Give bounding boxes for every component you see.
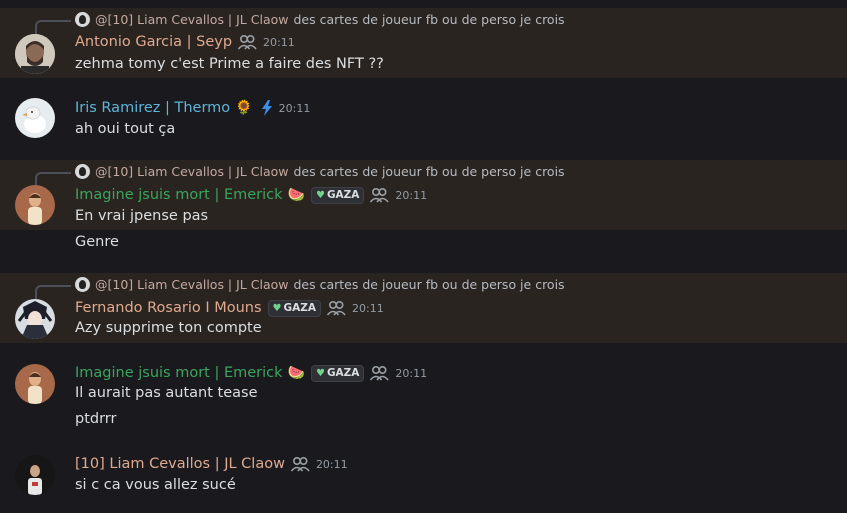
guild-tag[interactable]: ♥ GAZA <box>310 364 365 382</box>
people-icon <box>237 34 257 50</box>
message-6[interactable]: [10] Liam Cevallos | JL Claow 20:11 si c… <box>0 444 847 513</box>
reply-spine <box>35 172 71 186</box>
reply-author[interactable]: @[10] Liam Cevallos | JL Claow <box>95 164 288 179</box>
message-text: Il aurait pas autant tease <box>75 385 258 401</box>
avatar[interactable] <box>15 34 55 74</box>
message-5[interactable]: Imagine jsuis mort | Emerick 🍉 ♥ GAZA 20:… <box>0 353 847 433</box>
timestamp[interactable]: 20:11 <box>316 458 348 471</box>
author-name[interactable]: [10] Liam Cevallos | JL Claow <box>75 456 285 472</box>
reply-preview[interactable]: @[10] Liam Cevallos | JL Claow des carte… <box>75 276 565 292</box>
author-name[interactable]: Fernando Rosario I Mouns <box>75 300 262 316</box>
guild-tag-label: GAZA <box>326 367 360 379</box>
reply-spine <box>35 285 71 299</box>
message-2[interactable]: Iris Ramirez | Thermo 🌻 20:11 ah oui tou… <box>0 88 847 148</box>
message-text: ah oui tout ça <box>75 121 176 137</box>
watermelon-icon: 🍉 <box>287 187 305 203</box>
timestamp[interactable]: 20:11 <box>352 302 384 315</box>
people-icon <box>369 187 390 203</box>
guild-tag-label: GAZA <box>283 302 316 314</box>
avatar[interactable] <box>15 98 55 138</box>
heart-icon: ♥ <box>315 367 325 379</box>
author-name[interactable]: Imagine jsuis mort | Emerick <box>75 187 283 203</box>
heart-icon: ♥ <box>315 189 325 201</box>
reply-author[interactable]: @[10] Liam Cevallos | JL Claow <box>95 12 288 27</box>
reply-preview[interactable]: @[10] Liam Cevallos | JL Claow des carte… <box>75 163 565 179</box>
people-icon <box>326 300 346 316</box>
reply-spine <box>35 20 71 34</box>
reply-avatar <box>75 276 90 292</box>
reply-avatar <box>75 11 90 27</box>
message-3[interactable]: @[10] Liam Cevallos | JL Claow des carte… <box>0 160 847 230</box>
timestamp[interactable]: 20:11 <box>279 102 311 115</box>
timestamp[interactable]: 20:11 <box>263 36 295 49</box>
reply-preview[interactable]: @[10] Liam Cevallos | JL Claow des carte… <box>75 11 565 27</box>
author-name[interactable]: Imagine jsuis mort | Emerick <box>75 365 283 381</box>
reply-avatar <box>75 163 90 179</box>
guild-tag[interactable]: ♥ GAZA <box>267 299 321 317</box>
reply-text: des cartes de joueur fb ou de perso je c… <box>293 276 565 292</box>
reply-text: des cartes de joueur fb ou de perso je c… <box>293 163 565 179</box>
reply-author[interactable]: @[10] Liam Cevallos | JL Claow <box>95 277 288 292</box>
avatar[interactable] <box>15 455 55 495</box>
reply-text: des cartes de joueur fb ou de perso je c… <box>293 11 565 27</box>
heart-icon: ♥ <box>272 302 282 314</box>
message-text: Azy supprime ton compte <box>75 320 262 336</box>
avatar[interactable] <box>15 185 55 225</box>
timestamp[interactable]: 20:11 <box>395 367 427 380</box>
message-text-continuation: ptdrrr <box>75 411 117 427</box>
people-icon <box>290 456 310 472</box>
message-1[interactable]: @[10] Liam Cevallos | JL Claow des carte… <box>0 8 847 78</box>
avatar[interactable] <box>15 299 55 339</box>
people-icon <box>369 365 390 381</box>
message-text: si c ca vous allez sucé <box>75 477 236 493</box>
author-name[interactable]: Iris Ramirez | Thermo <box>75 100 230 116</box>
message-text: zehma tomy c'est Prime a faire des NFT ?… <box>75 56 384 72</box>
watermelon-icon: 🍉 <box>287 365 305 381</box>
timestamp[interactable]: 20:11 <box>395 189 427 202</box>
lightning-icon <box>261 100 273 116</box>
sunflower-icon: 🌻 <box>235 100 253 116</box>
guild-tag-label: GAZA <box>326 189 360 201</box>
avatar[interactable] <box>15 364 55 404</box>
message-text-continuation: Genre <box>75 234 119 250</box>
message-text: En vrai jpense pas <box>75 208 209 224</box>
guild-tag[interactable]: ♥ GAZA <box>310 186 365 204</box>
author-name[interactable]: Antonio Garcia | Seyp <box>75 34 232 50</box>
message-4[interactable]: @[10] Liam Cevallos | JL Claow des carte… <box>0 273 847 343</box>
